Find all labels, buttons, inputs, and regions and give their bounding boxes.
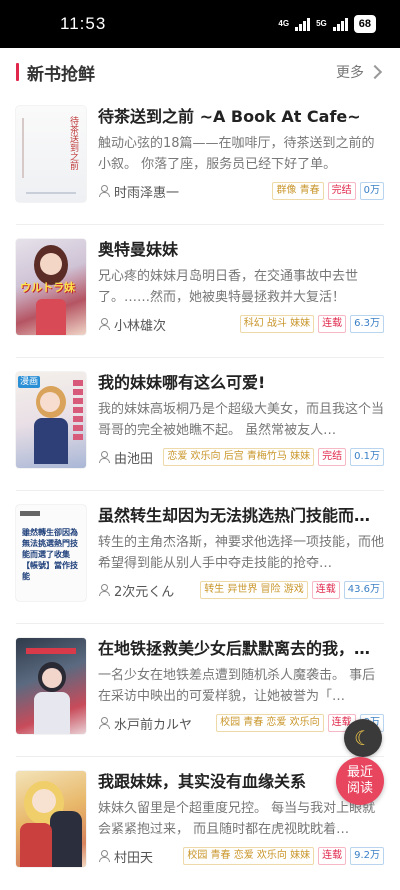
cover-title-text: ウルトラ妹 xyxy=(20,281,75,294)
book-description: 我的妹妹高坂桐乃是个超级大美女，而且我这个当哥哥的完全被她瞧不起。 虽然常被友人… xyxy=(98,402,384,438)
book-item[interactable]: 在地铁拯救美少女后默默离去的我，… 一名少女在地铁差点遭到随机杀人魔袭击。 事后… xyxy=(16,624,384,757)
status-badge: 连载 xyxy=(318,847,347,865)
book-cover[interactable]: 雖然轉生卻因為無法挑選熱門技能而選了收集【帳號】當作技能 xyxy=(16,505,86,601)
author-name: 水戸前カルヤ xyxy=(114,717,193,733)
book-author: 由池田 xyxy=(98,448,163,467)
book-cover[interactable] xyxy=(16,771,86,867)
book-item[interactable]: 待茶送到之前 待茶送到之前 ~A Book At Cafe~ 触动心弦的18篇—… xyxy=(16,92,384,225)
recent-label-2: 阅读 xyxy=(346,781,373,796)
more-link[interactable]: 更多 xyxy=(336,62,384,82)
status-icons: 4G 5G 68 xyxy=(278,15,376,33)
cover-title-text: 待茶送到之前 xyxy=(68,116,78,170)
book-cover[interactable]: 待茶送到之前 xyxy=(16,106,86,202)
night-mode-button[interactable]: ☾ xyxy=(344,719,382,757)
word-count-badge: 6.3万 xyxy=(350,315,384,333)
section-title: 新书抢鲜 xyxy=(16,60,95,85)
book-title[interactable]: 待茶送到之前 ~A Book At Cafe~ xyxy=(98,106,384,128)
word-count-badge: 0.1万 xyxy=(350,448,384,466)
book-title[interactable]: 虽然转生却因为无法挑选热门技能而… xyxy=(98,505,384,527)
book-description: 一名少女在地铁差点遭到随机杀人魔袭击。 事后在采访中映出的可爱样貌，让她被誉为「… xyxy=(98,668,376,704)
word-count-badge: 0万 xyxy=(359,182,384,200)
genre-tags: 转生 异世界 冒险 游戏 xyxy=(200,581,308,599)
book-description: 兄心疼的妹妹月岛明日香，在交通事故中去世了。……然而，她被奥特曼拯救并大复活！ xyxy=(98,269,359,305)
status-time: 11:53 xyxy=(60,14,107,33)
signal-icon-2 xyxy=(332,17,348,31)
genre-tags: 群像 青春 xyxy=(272,182,324,200)
genre-tags: 校园 青春 恋爱 欢乐向 妹妹 xyxy=(183,847,315,865)
network-4g-label: 4G xyxy=(278,19,290,28)
book-cover[interactable] xyxy=(16,638,86,734)
genre-tags: 恋爱 欢乐向 后宫 青梅竹马 妹妹 xyxy=(163,448,315,466)
cover-badge-text: 漫画 xyxy=(18,376,41,388)
recent-reading-button[interactable]: 最近 阅读 xyxy=(336,757,384,805)
section-title-text: 新书抢鲜 xyxy=(27,64,95,85)
status-badge: 连载 xyxy=(311,581,340,599)
recent-label-1: 最近 xyxy=(346,765,373,780)
book-author: 时雨泽惠一 xyxy=(98,182,272,201)
author-name: 由池田 xyxy=(114,451,154,467)
genre-tags: 校园 青春 恋爱 欢乐向 xyxy=(216,714,324,732)
person-icon xyxy=(98,451,110,463)
person-icon xyxy=(98,185,110,197)
book-cover[interactable]: ウルトラ妹 xyxy=(16,239,86,335)
signal-icon xyxy=(295,17,311,31)
word-count-badge: 9.2万 xyxy=(350,847,384,865)
status-bar: 11:53 4G 5G 68 xyxy=(0,0,400,48)
status-badge: 完结 xyxy=(327,182,356,200)
book-author: 小林雄次 xyxy=(98,315,240,334)
cover-title-text: 雖然轉生卻因為無法挑選熱門技能而選了收集【帳號】當作技能 xyxy=(22,528,78,581)
author-name: 小林雄次 xyxy=(114,318,167,334)
accent-bar xyxy=(16,63,19,81)
person-icon xyxy=(98,717,110,729)
section-header: 新书抢鲜 更多 xyxy=(0,52,400,92)
book-description: 转生的主角杰洛斯，神要求他选择一项技能，而他希望得到能从别人手中夺走技能的抢夺… xyxy=(98,535,384,571)
genre-tags: 科幻 战斗 妹妹 xyxy=(239,315,315,333)
network-5g-label: 5G xyxy=(316,19,327,28)
status-badge: 完结 xyxy=(318,448,347,466)
book-title[interactable]: 在地铁拯救美少女后默默离去的我，… xyxy=(98,638,384,660)
book-item[interactable]: 漫画 我的妹妹哪有这么可爱! 我的妹妹高坂桐乃是个超级大美女，而且我这个当哥哥的… xyxy=(16,358,384,491)
person-icon xyxy=(98,850,110,862)
chevron-right-icon xyxy=(367,64,383,80)
book-description: 触动心弦的18篇——在咖啡厅，待茶送到之前的小叙。 你落了座，服务员已经下好了单… xyxy=(98,136,375,172)
book-title[interactable]: 我的妹妹哪有这么可爱! xyxy=(98,372,384,394)
person-icon xyxy=(98,584,110,596)
author-name: 村田天 xyxy=(114,850,154,866)
word-count-badge: 43.6万 xyxy=(343,581,384,599)
book-item[interactable]: ウルトラ妹 奥特曼妹妹 兄心疼的妹妹月岛明日香，在交通事故中去世了。……然而，她… xyxy=(16,225,384,358)
person-icon xyxy=(98,318,110,330)
book-item[interactable]: 我跟妹妹，其实没有血缘关系 妹妹久留里是个超重度兄控。 每当与我对上眼就会紧紧抱… xyxy=(16,757,384,890)
book-author: 村田天 xyxy=(98,847,183,866)
battery-icon: 68 xyxy=(353,15,376,33)
author-name: 时雨泽惠一 xyxy=(114,185,180,201)
book-item[interactable]: 雖然轉生卻因為無法挑選熱門技能而選了收集【帳號】當作技能 虽然转生却因为无法挑选… xyxy=(16,491,384,624)
more-label: 更多 xyxy=(336,65,364,81)
status-badge: 连载 xyxy=(318,315,347,333)
book-cover[interactable]: 漫画 xyxy=(16,372,86,468)
book-description: 妹妹久留里是个超重度兄控。 每当与我对上眼就会紧紧抱过来， 而且随时都在虎视眈眈… xyxy=(98,801,376,837)
author-name: 2次元くん xyxy=(114,584,175,600)
moon-icon: ☾ xyxy=(354,726,372,750)
book-title[interactable]: 奥特曼妹妹 xyxy=(98,239,384,261)
book-author: 水戸前カルヤ xyxy=(98,714,216,733)
book-author: 2次元くん xyxy=(98,581,200,600)
